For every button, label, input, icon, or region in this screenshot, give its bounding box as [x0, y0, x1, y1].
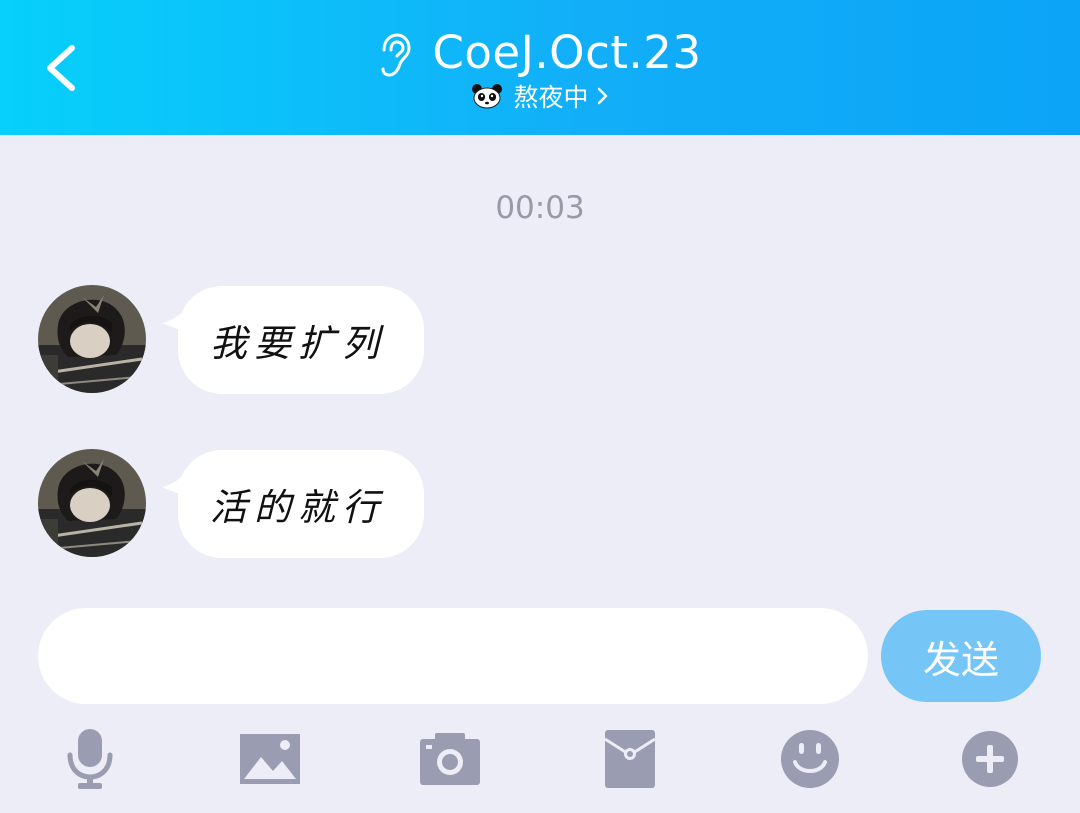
- message-bubble[interactable]: 活的就行: [178, 450, 424, 558]
- chevron-right-icon: [597, 87, 607, 105]
- message-row: 活的就行: [38, 449, 438, 559]
- input-toolbar: [0, 724, 1080, 794]
- microphone-icon: [67, 729, 113, 789]
- message-text: 活的就行: [210, 486, 386, 529]
- message-timestamp: 00:03: [495, 190, 585, 226]
- image-button[interactable]: [235, 724, 305, 794]
- red-packet-icon: [604, 730, 656, 788]
- camera-button[interactable]: [415, 724, 485, 794]
- send-button[interactable]: 发送: [881, 610, 1041, 702]
- voice-button[interactable]: [55, 724, 125, 794]
- image-icon: [240, 734, 300, 784]
- ear-icon[interactable]: [378, 32, 412, 78]
- message-bubble[interactable]: 我要扩列: [178, 286, 424, 394]
- message-row: 我要扩列: [38, 285, 438, 395]
- panda-icon: [472, 84, 503, 109]
- online-status[interactable]: 熬夜中: [0, 78, 1080, 114]
- status-text: 熬夜中: [513, 83, 589, 112]
- composer: 发送: [0, 586, 1080, 813]
- title-row: CoeJ.Oct.23: [0, 22, 1080, 84]
- emoji-button[interactable]: [775, 724, 845, 794]
- red-packet-button[interactable]: [595, 724, 665, 794]
- page-title: CoeJ.Oct.23: [432, 26, 702, 79]
- chat-header: CoeJ.Oct.23 熬夜中: [0, 0, 1080, 135]
- plus-icon: [962, 731, 1018, 787]
- message-text: 我要扩列: [210, 322, 386, 365]
- camera-icon: [420, 733, 480, 785]
- avatar[interactable]: [38, 285, 146, 393]
- more-button[interactable]: [955, 724, 1025, 794]
- emoji-icon: [781, 730, 839, 788]
- message-input[interactable]: [38, 608, 868, 704]
- avatar[interactable]: [38, 449, 146, 557]
